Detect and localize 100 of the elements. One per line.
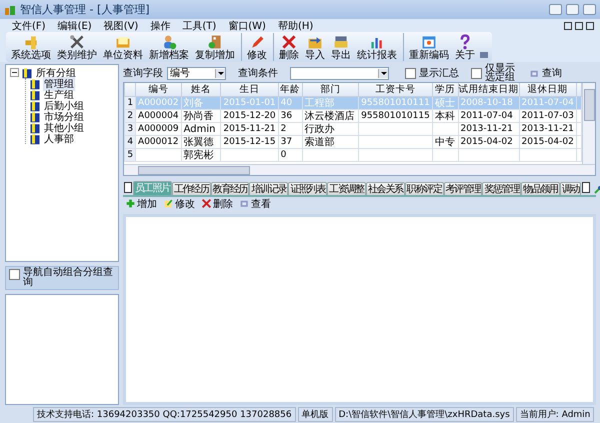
toolbar-button[interactable]: 导出 xyxy=(328,33,354,61)
toolbar-button[interactable]: 重新编码 xyxy=(403,33,452,61)
column-header[interactable]: 部门 xyxy=(302,83,359,96)
toolbar-button[interactable]: 类别维护 xyxy=(54,33,100,61)
column-header[interactable]: 编号 xyxy=(136,83,182,96)
folder-icon xyxy=(29,122,41,134)
table-cell: 2015-01-01 xyxy=(220,96,278,110)
table-cell: 2013-11-21 xyxy=(519,122,576,136)
toolbar-button[interactable]: 删除 xyxy=(273,33,302,61)
table-cell: 2011-07-03 xyxy=(519,110,576,122)
folder-icon xyxy=(29,88,41,100)
column-header[interactable]: 年龄 xyxy=(278,83,302,96)
minimize-button[interactable] xyxy=(564,22,572,30)
toolbar-button[interactable]: 统计报表 xyxy=(354,33,400,61)
delete-icon xyxy=(281,34,297,50)
menu-item[interactable]: 文件(F) xyxy=(6,18,52,32)
tree-item[interactable]: 其他小组 xyxy=(43,120,85,134)
menu-item[interactable]: 工具(T) xyxy=(176,18,222,32)
tab[interactable]: 培训记录 xyxy=(249,182,288,195)
menu-item[interactable]: 编辑(E) xyxy=(52,18,98,32)
column-header[interactable]: 生日 xyxy=(220,83,278,96)
table-cell: 2013-11-21 xyxy=(458,122,519,136)
tree-item[interactable]: 后勤小组 xyxy=(43,98,85,112)
vertical-scrollbar[interactable] xyxy=(582,83,595,164)
view-icon xyxy=(239,198,250,209)
close-button[interactable] xyxy=(586,22,594,30)
add-icon xyxy=(125,198,136,209)
horizontal-scrollbar[interactable] xyxy=(124,164,595,175)
status-text: 单机版 xyxy=(298,407,333,422)
field-dropdown[interactable]: 编号 xyxy=(167,66,226,80)
column-header[interactable]: 姓名 xyxy=(181,83,221,96)
tab[interactable]: 社会关系 xyxy=(366,182,405,195)
action-button[interactable]: 修改 xyxy=(163,196,195,210)
printer-icon xyxy=(333,34,349,50)
table-cell: 中专 xyxy=(432,136,458,148)
folder-icon xyxy=(115,34,131,50)
restore-button[interactable] xyxy=(575,22,583,30)
field-label: 查询字段 xyxy=(123,66,163,80)
checkbox[interactable] xyxy=(9,269,20,280)
column-header[interactable]: 试用结束日期 xyxy=(458,83,519,96)
checkbox-label: 导航自动组合分组查询 xyxy=(23,268,114,288)
column-header[interactable]: 学历 xyxy=(432,83,458,96)
row-number: 4 xyxy=(124,136,136,148)
tree-item[interactable]: 生产组 xyxy=(43,88,75,102)
tree-item[interactable]: 人事部 xyxy=(43,132,75,146)
window-icon xyxy=(421,34,437,50)
column-header[interactable]: 退休日期 xyxy=(519,83,576,96)
tab[interactable]: 工作经历 xyxy=(172,182,211,195)
tab[interactable]: 工资调整 xyxy=(327,182,366,195)
menu-item[interactable]: 窗口(W) xyxy=(222,18,272,32)
row-number: 2 xyxy=(124,110,136,122)
table-cell: A000012 xyxy=(136,136,182,148)
folder-icon xyxy=(29,132,41,144)
table-cell: 36 xyxy=(278,110,302,122)
tab[interactable]: 奖惩管理 xyxy=(482,182,522,195)
tab[interactable]: 职称评定 xyxy=(404,182,444,195)
tree-item[interactable]: 管理组 xyxy=(43,76,75,90)
checkbox[interactable] xyxy=(405,68,416,79)
menu-item[interactable]: 视图(V) xyxy=(98,18,144,32)
scroll-left-button[interactable] xyxy=(124,182,132,193)
condition-dropdown[interactable] xyxy=(290,66,389,80)
tab[interactable]: 调动 xyxy=(560,182,582,195)
folder-icon xyxy=(21,66,33,78)
tree-item[interactable]: 所有分组 xyxy=(35,66,77,80)
toolbar-button[interactable]: 导入 xyxy=(302,33,328,61)
menu-item[interactable]: 操作 xyxy=(144,18,176,32)
column-header[interactable]: 工资卡号 xyxy=(358,83,432,96)
folder-icon xyxy=(29,78,41,90)
row-number: 3 xyxy=(124,122,136,136)
toolbar-button[interactable]: 关于 xyxy=(452,33,478,61)
status-text: 当前用户: Admin xyxy=(516,407,594,422)
tab[interactable]: 考评管理 xyxy=(444,182,482,195)
toolbar-button[interactable]: 单位资料 xyxy=(100,33,146,61)
checkbox-label: 仅显示选定组 xyxy=(485,64,516,82)
menu-item[interactable]: 帮助(H) xyxy=(272,18,320,32)
tab[interactable]: 证照列表 xyxy=(288,182,328,195)
tree-item[interactable]: 市场分组 xyxy=(43,110,85,124)
query-button[interactable]: 查询 xyxy=(527,66,564,80)
table-cell: Admin xyxy=(181,122,221,136)
app-logo-icon xyxy=(4,4,16,16)
toolbar-button[interactable]: 系统选项 xyxy=(8,33,54,61)
row-number: 5 xyxy=(124,148,136,162)
table-cell: 孙尚香 xyxy=(181,110,221,122)
action-button[interactable]: 增加 xyxy=(125,196,157,210)
tab[interactable]: 物品领用 xyxy=(521,182,560,195)
table-cell: 2011-07-04 xyxy=(458,110,519,122)
scroll-right-button[interactable] xyxy=(582,182,590,193)
status-text: 技术支持电话: 13694203350 QQ:1725542950 137028856 xyxy=(33,407,296,422)
maximize-button[interactable] xyxy=(566,4,579,15)
table-cell: A000009 xyxy=(136,122,182,136)
table-cell: 2015-04-02 xyxy=(519,136,576,148)
delete-icon xyxy=(201,198,212,209)
action-button[interactable]: 删除 xyxy=(201,196,233,210)
tab[interactable]: 教育经历 xyxy=(210,182,250,195)
toolbar-button[interactable]: 新增档案 xyxy=(146,33,192,61)
checkbox[interactable] xyxy=(471,68,482,79)
action-button[interactable]: 查看 xyxy=(239,196,271,210)
collapse-toggle[interactable] xyxy=(10,68,19,77)
toolbar-button[interactable]: 修改 xyxy=(241,33,270,61)
toolbar-button[interactable]: 复制增加 xyxy=(192,33,238,61)
